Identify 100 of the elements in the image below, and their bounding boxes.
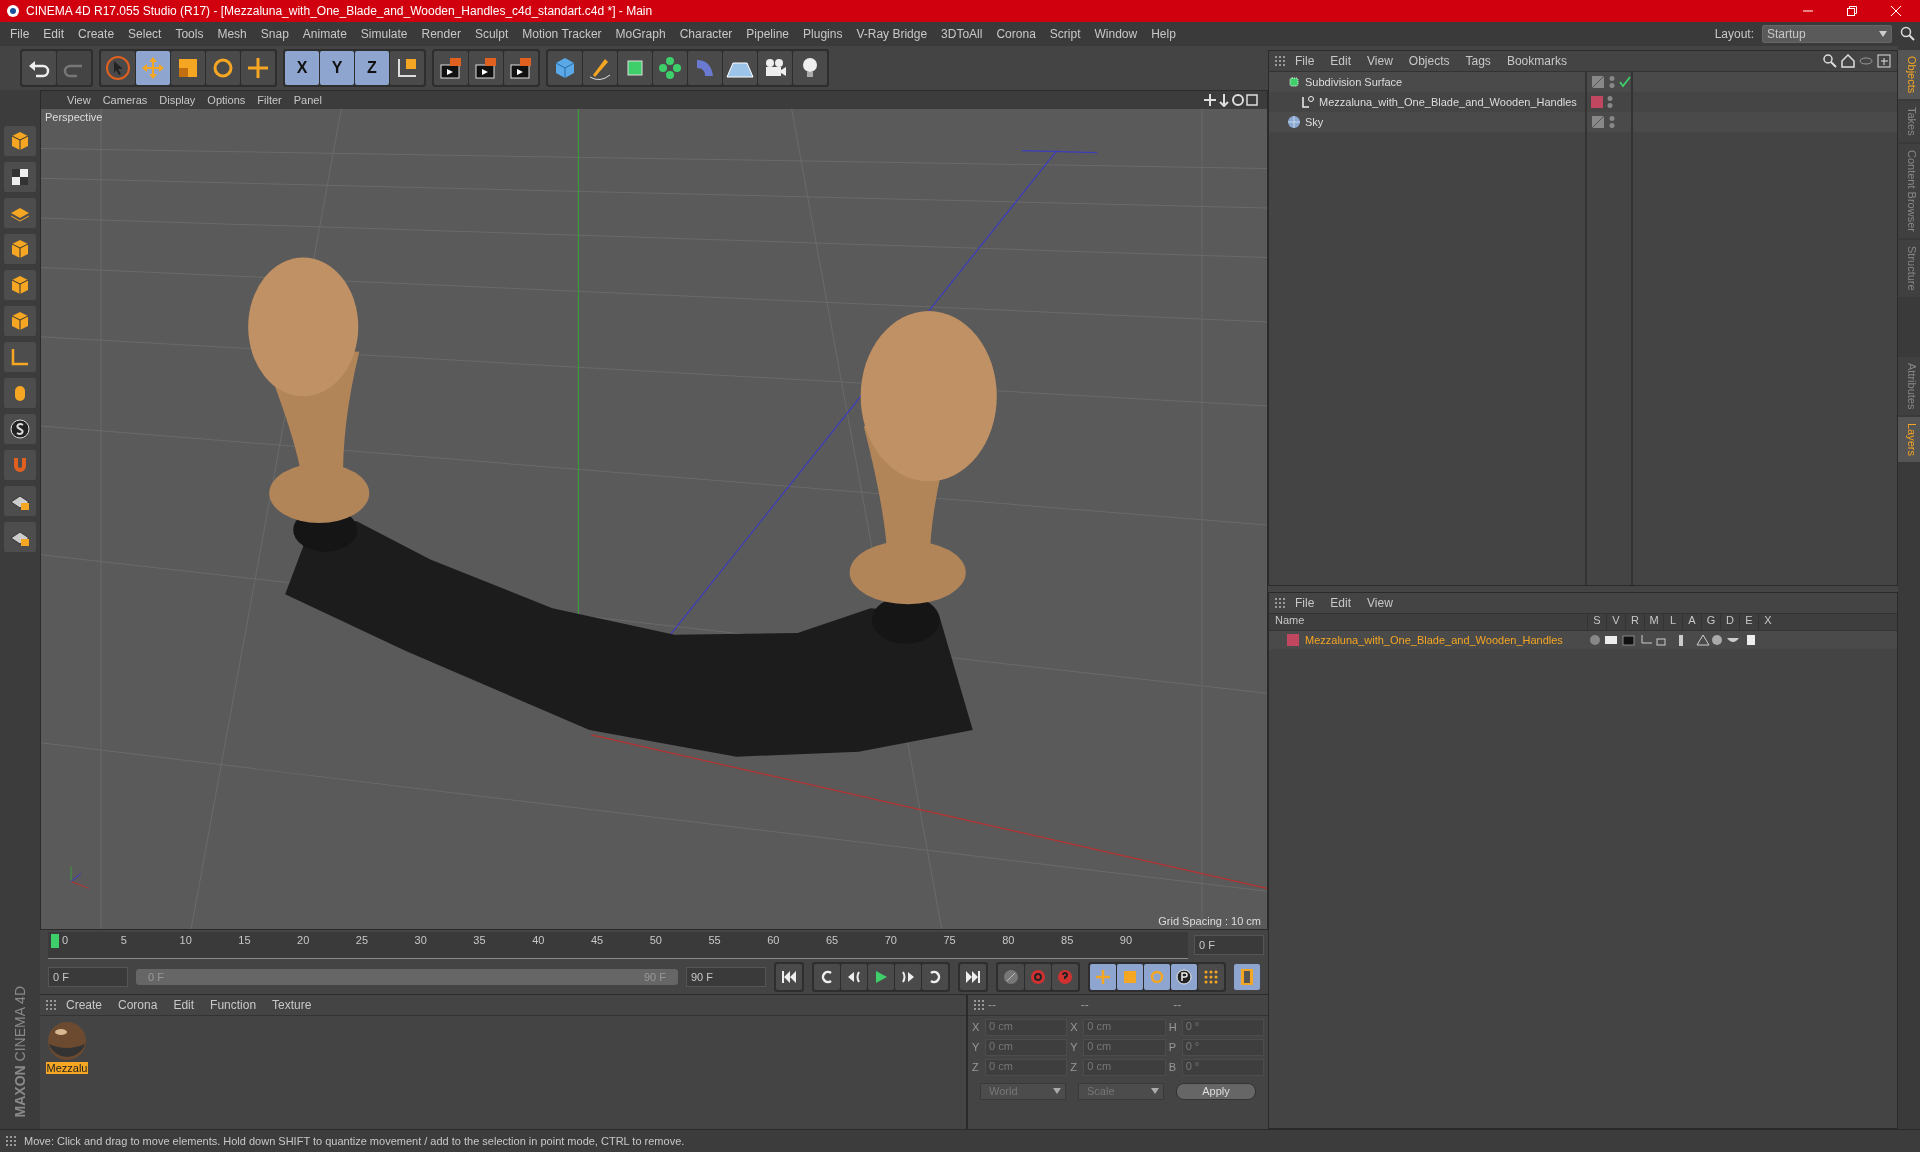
viewport-menu-item[interactable]: Display (153, 94, 202, 106)
render-button[interactable] (469, 51, 503, 85)
column-header[interactable]: G (1701, 614, 1720, 630)
menu-item[interactable]: Tools (169, 27, 210, 41)
material-menu-item[interactable]: Texture (266, 998, 318, 1012)
object-name[interactable]: Subdivision Surface (1305, 76, 1403, 88)
menu-item[interactable]: Corona (990, 27, 1042, 41)
search-icon[interactable] (1900, 26, 1916, 42)
next-key-button[interactable] (922, 964, 948, 990)
auto-key-button[interactable] (1052, 964, 1078, 990)
material-menu-item[interactable]: Corona (112, 998, 164, 1012)
visibility-dots-icon[interactable] (1609, 115, 1615, 129)
go-to-start-button[interactable] (776, 964, 802, 990)
render-button[interactable] (504, 51, 538, 85)
column-header[interactable]: R (1625, 614, 1644, 630)
menu-item[interactable]: Plugins (797, 27, 849, 41)
column-header[interactable]: Name (1269, 614, 1587, 630)
navigation-icon[interactable] (1203, 93, 1259, 107)
layers-menu-item[interactable]: File (1289, 596, 1321, 610)
visibility-dots-icon[interactable] (1609, 75, 1615, 89)
layer-none-icon[interactable] (1591, 75, 1605, 89)
objects-menu-item[interactable]: Tags (1459, 54, 1497, 68)
menu-item[interactable]: Mesh (211, 27, 253, 41)
layer-none-icon[interactable] (1591, 115, 1605, 129)
column-header[interactable]: M (1644, 614, 1663, 630)
objects-menu-item[interactable]: Bookmarks (1500, 54, 1573, 68)
material-name[interactable]: Mezzalu (45, 1062, 89, 1074)
select-tool-button[interactable] (101, 51, 135, 85)
record-button[interactable] (1025, 964, 1051, 990)
floor-button[interactable] (723, 51, 757, 85)
column-header[interactable]: D (1720, 614, 1739, 630)
panel-grip-icon[interactable] (6, 1136, 16, 1146)
layer-color-swatch[interactable] (1287, 634, 1299, 646)
objects-menu-item[interactable]: File (1289, 54, 1321, 68)
end-frame-field[interactable]: 90 F (686, 967, 766, 987)
transform-tool-button[interactable] (241, 51, 275, 85)
cube-object-button[interactable] (548, 51, 582, 85)
column-header[interactable]: S (1587, 614, 1606, 630)
layers-menu-item[interactable]: View (1361, 596, 1399, 610)
search-icon[interactable] (1823, 54, 1837, 68)
material-menu-item[interactable]: Create (60, 998, 109, 1012)
material-menu-item[interactable]: Function (204, 998, 263, 1012)
mode-tool-button[interactable] (4, 414, 36, 444)
pen-spline-button[interactable] (583, 51, 617, 85)
column-header[interactable]: V (1606, 614, 1625, 630)
playhead[interactable] (51, 933, 59, 948)
objects-menu-item[interactable]: Edit (1324, 54, 1358, 68)
viewport-menu-item[interactable]: Filter (251, 94, 288, 106)
layout-dropdown[interactable]: Startup (1762, 25, 1892, 43)
axis-lock-button[interactable]: Y (320, 51, 354, 85)
restore-icon[interactable] (1846, 5, 1858, 17)
undo-button[interactable] (22, 51, 56, 85)
menu-item[interactable]: Snap (254, 27, 295, 41)
subdivision-button[interactable] (618, 51, 652, 85)
menu-item[interactable]: Render (415, 27, 467, 41)
object-name[interactable]: Mezzaluna_with_One_Blade_and_Wooden_Handles (1319, 96, 1577, 108)
menu-item[interactable]: Character (673, 27, 739, 41)
rotate-tool-button[interactable] (206, 51, 240, 85)
light-button[interactable] (793, 51, 827, 85)
panel-grip-icon[interactable] (46, 1000, 56, 1010)
mode-tool-button[interactable] (4, 486, 36, 516)
viewport-menu-item[interactable]: Panel (287, 94, 328, 106)
start-frame-field[interactable]: 0 F (48, 967, 128, 987)
viewport-menu-item[interactable]: Options (201, 94, 252, 106)
panel-grip-icon[interactable] (1275, 56, 1285, 66)
menu-item[interactable]: Window (1088, 27, 1144, 41)
menu-item[interactable]: File (4, 27, 36, 41)
menu-item[interactable]: Pipeline (740, 27, 796, 41)
layer-color-tag[interactable] (1591, 96, 1603, 108)
mode-tool-button[interactable] (4, 522, 36, 552)
menu-item[interactable]: 3DToAll (935, 27, 989, 41)
enabled-check-icon[interactable] (1619, 76, 1631, 88)
material-menu-item[interactable]: Edit (167, 998, 201, 1012)
column-header[interactable]: X (1758, 614, 1777, 630)
objects-menu-item[interactable]: Objects (1402, 54, 1456, 68)
layers-menu-item[interactable]: Edit (1324, 596, 1358, 610)
next-frame-button[interactable] (895, 964, 921, 990)
cloner-button[interactable] (653, 51, 687, 85)
previous-key-button[interactable] (814, 964, 840, 990)
point-level-button[interactable] (1198, 964, 1224, 990)
menu-item[interactable]: Motion Tracker (516, 27, 608, 41)
camera-button[interactable] (758, 51, 792, 85)
axis-lock-button[interactable]: X (285, 51, 319, 85)
visibility-dots-icon[interactable] (1607, 95, 1613, 109)
coordinate-system-button[interactable] (390, 51, 424, 85)
menu-item[interactable]: Simulate (354, 27, 414, 41)
menu-item[interactable]: Edit (37, 27, 71, 41)
play-button[interactable] (868, 964, 894, 990)
menu-item[interactable]: Help (1145, 27, 1182, 41)
column-header[interactable]: E (1739, 614, 1758, 630)
side-tab[interactable]: Layers (1898, 417, 1920, 463)
scale-tool-button[interactable] (171, 51, 205, 85)
new-panel-icon[interactable] (1877, 54, 1891, 68)
mode-tool-button[interactable] (4, 162, 36, 192)
parameter-key-button[interactable] (1171, 964, 1197, 990)
material-sphere-icon[interactable] (46, 1020, 88, 1062)
menu-item[interactable]: Sculpt (468, 27, 515, 41)
previous-frame-button[interactable] (841, 964, 867, 990)
side-tab[interactable]: Objects (1898, 50, 1920, 100)
apply-button[interactable]: Apply (1176, 1082, 1256, 1100)
